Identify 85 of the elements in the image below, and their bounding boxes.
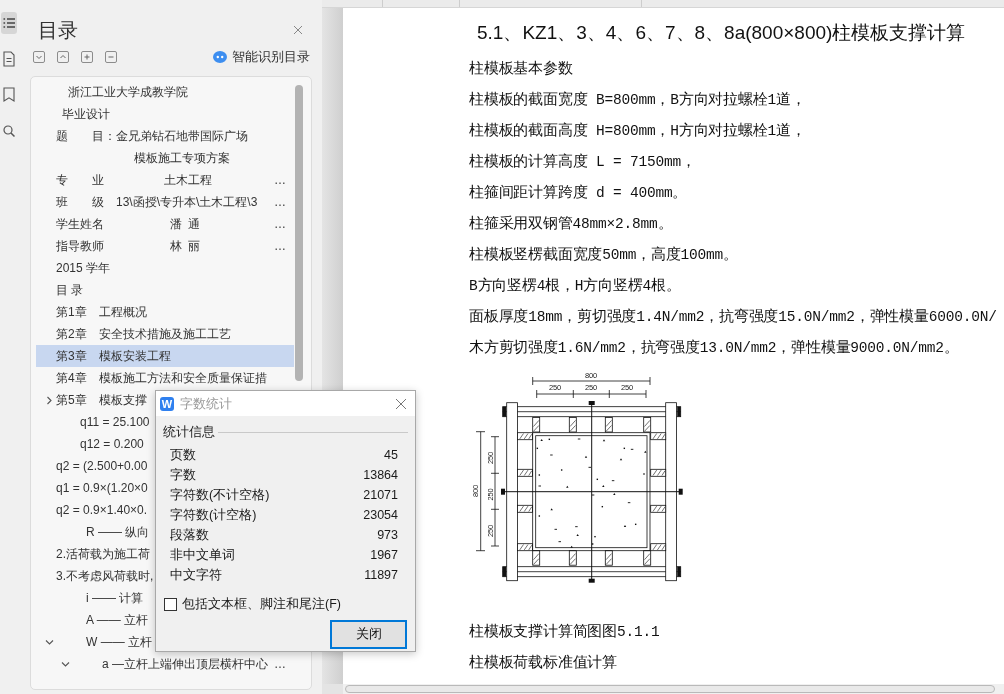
horizontal-scrollbar[interactable] (343, 684, 1004, 694)
outline-item[interactable]: 班 级 13\函授\专升本\土木工程\3 … (36, 191, 294, 213)
stat-label: 中文字符 (170, 566, 222, 584)
stat-value: 45 (384, 448, 398, 462)
outline-item[interactable]: 学生姓名 潘 通 … (36, 213, 294, 235)
outline-item[interactable]: 毕业设计 (36, 103, 110, 125)
scrollbar-thumb[interactable] (345, 685, 995, 693)
dialog-title: 字数统计 (180, 394, 232, 413)
outline-item[interactable]: 模板施工专项方案 (36, 147, 230, 169)
outline-item[interactable]: i —— 计算 (36, 587, 144, 609)
outline-item[interactable]: 题 目：金兄弟钻石地带国际广场 (36, 125, 248, 147)
stat-value: 23054 (363, 508, 398, 522)
paragraph: B方向竖楞4根，H方向竖楞4根。 (469, 276, 681, 296)
outline-item[interactable]: 浙江工业大学成教学院 (36, 81, 188, 103)
stat-value: 13864 (363, 468, 398, 482)
outline-item[interactable]: 第5章 模板支撑 (36, 389, 147, 411)
outline-item[interactable]: 专 业 土木工程 … (36, 169, 294, 191)
outline-item[interactable]: 第3章 模板安装工程 (36, 345, 294, 367)
stat-value: 11897 (364, 568, 398, 582)
outline-item[interactable]: A —— 立杆 (36, 609, 148, 631)
chevron-down-icon[interactable] (45, 637, 54, 647)
paragraph: 柱模板荷载标准值计算 (469, 653, 617, 673)
stat-value: 21071 (363, 488, 398, 502)
outline-item[interactable]: 第1章 工程概况 (36, 301, 147, 323)
paragraph: 柱模板的截面宽度 B=800mm，B方向对拉螺栓1道， (469, 90, 806, 110)
paragraph: 面板厚度18mm，剪切强度1.4N/mm2，抗弯强度15.0N/mm2，弹性模量6000.0N/ (469, 307, 997, 327)
outline-item[interactable]: 指导教师 林 丽 … (36, 235, 294, 257)
stat-label: 非中文单词 (170, 546, 235, 564)
chevron-right-icon[interactable] (45, 395, 54, 405)
outline-item[interactable]: 第2章 安全技术措施及施工工艺 (36, 323, 231, 345)
paragraph: 柱模板的计算高度 L = 7150mm， (469, 152, 696, 172)
paragraph: 柱箍采用双钢管48mm×2.8mm。 (469, 214, 673, 234)
minus-icon[interactable] (105, 51, 117, 63)
wood-stud (568, 417, 577, 433)
chevron-down-icon[interactable] (61, 659, 70, 669)
wood-stud (650, 504, 667, 513)
wood-stud (604, 550, 613, 566)
outline-item[interactable]: a —立杆上端伸出顶层横杆中心 … (36, 653, 294, 675)
stat-label: 段落数 (170, 526, 209, 544)
wood-stud (604, 417, 613, 433)
group-label: 统计信息 (163, 423, 215, 441)
outline-item[interactable]: q2 = 0.9×1.40×0. (36, 499, 148, 521)
close-icon[interactable] (395, 397, 407, 410)
outline-icon[interactable] (1, 12, 17, 34)
smart-toc-button[interactable]: 智能识别目录 (213, 48, 310, 66)
outline-item[interactable]: R —— 纵向 (36, 521, 150, 543)
app-logo: W (160, 396, 174, 411)
outline-item[interactable]: 第4章 模板施工方法和安全质量保证措 (36, 367, 267, 389)
plus-icon[interactable] (81, 51, 93, 63)
outline-item[interactable]: 3.不考虑风荷载时, (36, 565, 154, 587)
close-icon[interactable] (293, 25, 303, 35)
wood-stud (650, 468, 667, 477)
wood-stud (517, 504, 533, 513)
paragraph: 柱模板基本参数 (469, 59, 573, 79)
stat-label: 字数 (170, 466, 196, 484)
checkbox[interactable] (164, 597, 177, 611)
paragraph: 柱模板的截面高度 H=800mm，H方向对拉螺栓1道， (469, 121, 806, 141)
paragraph: 柱模板竖楞截面宽度50mm，高度100mm。 (469, 245, 738, 265)
document-heading: 5.1、KZ1、3、4、6、7、8、8a(800×800)柱模板支撑计算 (477, 21, 966, 45)
paragraph: 柱箍间距计算跨度 d = 400mm。 (469, 183, 688, 203)
panel-title: 目录 (38, 18, 78, 43)
wood-stud (568, 550, 577, 566)
stat-value: 973 (377, 528, 398, 542)
outline-item[interactable]: q11 = 25.100 (36, 411, 150, 433)
stat-label: 字符数(计空格) (170, 506, 257, 524)
outline-item[interactable]: 2.活荷载为施工荷 (36, 543, 150, 565)
stat-value: 1967 (370, 548, 398, 562)
chevron-up-icon[interactable] (57, 51, 69, 63)
stat-label: 字符数(不计空格) (170, 486, 270, 504)
outline-item[interactable]: q2 = (2.500+0.00 (36, 455, 148, 477)
outline-item[interactable]: 目 录 (36, 279, 84, 301)
checkbox-label[interactable]: 包括文本框、脚注和尾注(F) (182, 595, 341, 613)
outline-item[interactable]: W —— 立杆 (36, 631, 152, 653)
wood-stud (517, 468, 533, 477)
outline-item[interactable]: 2015 学年 (36, 257, 111, 279)
scrollbar-thumb[interactable] (295, 85, 303, 381)
bot-icon (213, 51, 227, 63)
outline-item[interactable]: q1 = 0.9×(1.20×0 (36, 477, 148, 499)
close-dialog-button[interactable]: 关闭 (330, 620, 407, 649)
figure-caption: 柱模板支撑计算简图图5.1.1 (469, 622, 660, 642)
stat-label: 页数 (170, 446, 196, 464)
page-icon[interactable] (1, 48, 17, 70)
outline-item[interactable]: q12 = 0.200 (36, 433, 144, 455)
chevron-down-icon[interactable] (33, 51, 45, 63)
paragraph: 木方剪切强度1.6N/mm2，抗弯强度13.0N/mm2，弹性模量9000.0N/mm2。 (469, 338, 959, 358)
